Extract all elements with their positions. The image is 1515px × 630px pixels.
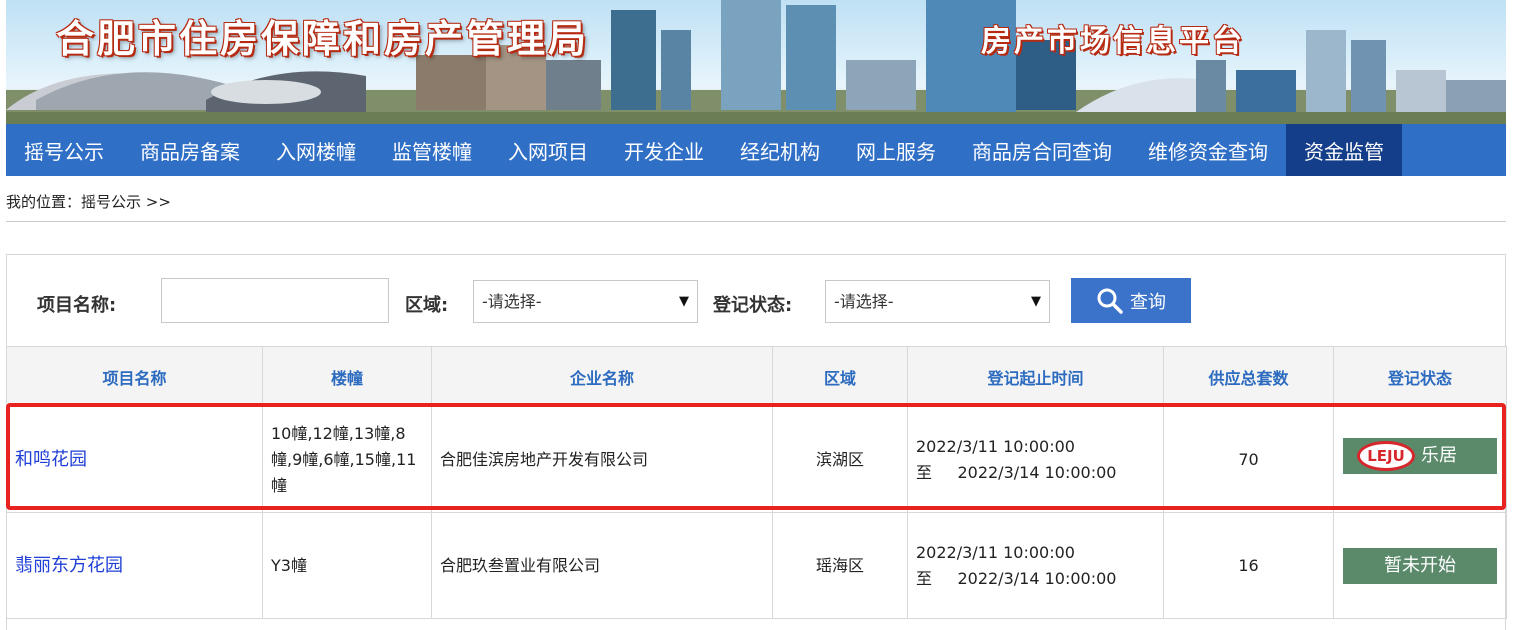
nav-item-commercial-filing[interactable]: 商品房备案 xyxy=(122,124,258,176)
divider xyxy=(6,221,1506,222)
nav-item-online-service[interactable]: 网上服务 xyxy=(838,124,954,176)
period-end-line: 至 2022/3/14 10:00:00 xyxy=(916,462,1117,482)
status-cell: LEJU 乐居 xyxy=(1333,406,1507,513)
dropdown-arrow-icon: ▼ xyxy=(1031,294,1041,309)
status-button[interactable]: 暂未开始 xyxy=(1343,547,1497,584)
district-cell: 瑶海区 xyxy=(772,512,908,619)
column-header-registration-status: 登记状态 xyxy=(1333,346,1507,407)
banner-title: 合肥市住房保障和房产管理局 xyxy=(56,17,590,61)
breadcrumb: 我的位置：摇号公示 >> xyxy=(6,193,171,211)
column-header-buildings: 楼幢 xyxy=(262,346,432,407)
query-button-label: 查询 xyxy=(1130,291,1166,313)
banner-subtitle: 房产市场信息平台 xyxy=(981,24,1245,59)
total-units-cell: 70 xyxy=(1163,406,1334,513)
period-end: 2022/3/14 10:00:00 xyxy=(957,568,1117,588)
results-table: 项目名称 楼幢 企业名称 区域 登记起止时间 供应总套数 登记状态 和鸣花园 1… xyxy=(6,346,1507,619)
leju-watermark: LEJU 乐居 xyxy=(1357,440,1457,472)
table-header-row: 项目名称 楼幢 企业名称 区域 登记起止时间 供应总套数 登记状态 xyxy=(6,346,1507,407)
nav-item-agencies[interactable]: 经纪机构 xyxy=(722,124,838,176)
nav-item-maintenance-fund-query[interactable]: 维修资金查询 xyxy=(1130,124,1286,176)
nav-item-developers[interactable]: 开发企业 xyxy=(606,124,722,176)
nav-item-networked-buildings[interactable]: 入网楼幢 xyxy=(258,124,374,176)
leju-logo-icon: LEJU xyxy=(1357,440,1415,471)
district-cell: 滨湖区 xyxy=(772,406,908,513)
column-header-district: 区域 xyxy=(772,346,908,407)
status-label: 登记状态: xyxy=(713,295,793,316)
status-button[interactable]: LEJU 乐居 xyxy=(1343,437,1497,474)
total-units-cell: 16 xyxy=(1163,512,1334,619)
district-label: 区域: xyxy=(405,295,449,316)
project-link[interactable]: 和鸣花园 xyxy=(15,449,87,470)
project-name-input[interactable] xyxy=(161,278,389,323)
column-header-total-units: 供应总套数 xyxy=(1163,346,1334,407)
query-button[interactable]: 查询 xyxy=(1071,278,1191,323)
registration-period-cell: 2022/3/11 10:00:00 至 2022/3/14 10:00:00 xyxy=(907,512,1164,619)
buildings-cell: Y3幢 xyxy=(262,512,432,619)
project-link[interactable]: 翡丽东方花园 xyxy=(15,555,123,576)
nav-item-supervised-buildings[interactable]: 监管楼幢 xyxy=(374,124,490,176)
status-select-value: -请选择- xyxy=(834,292,894,311)
nav-item-fund-supervision[interactable]: 资金监管 xyxy=(1286,124,1402,176)
column-header-company: 企业名称 xyxy=(431,346,773,407)
period-end: 2022/3/14 10:00:00 xyxy=(957,462,1117,482)
buildings-cell: 10幢,12幢,13幢,8幢,9幢,6幢,15幢,11幢 xyxy=(262,406,432,513)
period-start: 2022/3/11 10:00:00 xyxy=(916,542,1075,562)
nav-item-contract-query[interactable]: 商品房合同查询 xyxy=(954,124,1130,176)
main-nav: 摇号公示 商品房备案 入网楼幢 监管楼幢 入网项目 开发企业 经纪机构 网上服务… xyxy=(6,124,1506,176)
column-header-registration-period: 登记起止时间 xyxy=(907,346,1164,407)
period-end-line: 至 2022/3/14 10:00:00 xyxy=(916,568,1117,588)
project-name-label: 项目名称: xyxy=(37,295,117,316)
header-banner: 合肥市住房保障和房产管理局 房产市场信息平台 xyxy=(6,0,1506,124)
status-select[interactable]: -请选择- ▼ xyxy=(825,280,1050,323)
status-cell: 暂未开始 xyxy=(1333,512,1507,619)
company-cell: 合肥玖叁置业有限公司 xyxy=(431,512,773,619)
nav-item-lottery-notice[interactable]: 摇号公示 xyxy=(6,124,122,176)
column-header-project: 项目名称 xyxy=(6,346,263,407)
district-select[interactable]: -请选择- ▼ xyxy=(473,280,698,323)
district-select-value: -请选择- xyxy=(482,292,542,311)
search-icon xyxy=(1097,288,1123,314)
table-row: 和鸣花园 10幢,12幢,13幢,8幢,9幢,6幢,15幢,11幢 合肥佳滨房地… xyxy=(6,406,1507,513)
dropdown-arrow-icon: ▼ xyxy=(679,294,689,309)
nav-item-networked-projects[interactable]: 入网项目 xyxy=(490,124,606,176)
table-row: 翡丽东方花园 Y3幢 合肥玖叁置业有限公司 瑶海区 2022/3/11 10:0… xyxy=(6,512,1507,619)
period-start: 2022/3/11 10:00:00 xyxy=(916,436,1075,456)
registration-period-cell: 2022/3/11 10:00:00 至 2022/3/14 10:00:00 xyxy=(907,406,1164,513)
company-cell: 合肥佳滨房地产开发有限公司 xyxy=(431,406,773,513)
